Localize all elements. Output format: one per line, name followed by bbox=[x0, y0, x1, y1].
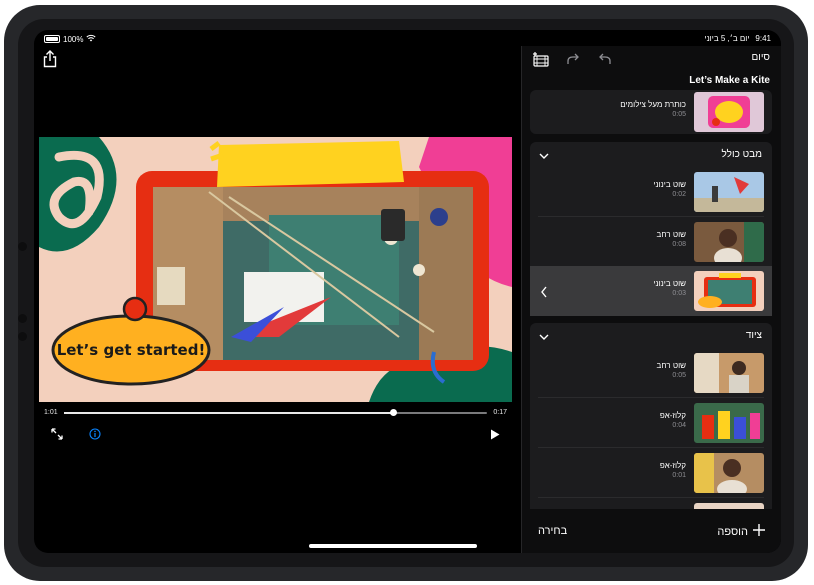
share-icon[interactable] bbox=[42, 50, 58, 68]
clip-title: שוט בינוני bbox=[653, 279, 686, 288]
add-button[interactable]: הוספה bbox=[717, 523, 766, 540]
clip-thumbnail bbox=[694, 271, 764, 311]
battery-icon bbox=[44, 35, 60, 43]
scrubber-handle[interactable] bbox=[390, 409, 398, 416]
chevron-left-icon[interactable] bbox=[540, 285, 548, 303]
clip-title: קלוז-אפ bbox=[659, 461, 686, 470]
clip-duration: 0:05 bbox=[672, 372, 686, 379]
clip-thumbnail bbox=[694, 172, 764, 212]
clip-title: שוט רחב bbox=[656, 230, 686, 239]
add-clip-icon[interactable] bbox=[532, 51, 550, 69]
clip-thumbnail bbox=[694, 403, 764, 443]
screen: 100% יום ב׳, 5 ביוני 9:41 Let’s get star… bbox=[34, 30, 781, 553]
chevron-down-icon[interactable] bbox=[538, 149, 550, 161]
clip-duration: 0:05 bbox=[672, 111, 686, 118]
clip-duration: 0:02 bbox=[672, 191, 686, 198]
clip-thumbnail bbox=[694, 453, 764, 493]
list-item[interactable]: שוט רחב 0:08 bbox=[530, 217, 772, 267]
section-title: ציוד bbox=[745, 330, 762, 341]
scrubber-progress bbox=[64, 412, 394, 414]
storyboard-section: מבט כולל שוט בינוני 0:02 שוט רחב 0:08 שו… bbox=[530, 142, 772, 316]
storyboard-section: ציוד שוט רחב 0:05 קלוז-אפ 0:04 קלוז-אפ 0… bbox=[530, 323, 772, 523]
clip-duration: 0:08 bbox=[672, 241, 686, 248]
undo-icon[interactable] bbox=[596, 51, 614, 69]
clip-duration: 0:04 bbox=[672, 422, 686, 429]
sensor-dot bbox=[18, 332, 27, 341]
project-title: Let’s Make a Kite bbox=[689, 75, 770, 86]
status-bar-right: יום ב׳, 5 ביוני 9:41 bbox=[704, 34, 771, 43]
clip-thumbnail bbox=[694, 353, 764, 393]
status-bar-left: 100% bbox=[44, 34, 97, 44]
list-item-selected[interactable]: שוט בינוני 0:03 bbox=[530, 266, 772, 316]
editor-bottom-bar: בחירה הוספה bbox=[522, 509, 781, 553]
clip-title: שוט בינוני bbox=[653, 180, 686, 189]
section-header[interactable]: ציוד bbox=[530, 323, 772, 349]
done-button[interactable]: סיום bbox=[751, 52, 770, 63]
play-icon[interactable] bbox=[490, 427, 500, 445]
remaining-time: 0:17 bbox=[493, 409, 507, 416]
clip-title: קלוז-אפ bbox=[659, 411, 686, 420]
playback-controls: 1:01 0:17 bbox=[39, 405, 512, 450]
battery-percentage: 100% bbox=[63, 34, 84, 44]
select-button[interactable]: בחירה bbox=[538, 525, 567, 537]
elapsed-time: 1:01 bbox=[44, 409, 58, 416]
list-item[interactable]: קלוז-אפ 0:04 bbox=[530, 398, 772, 448]
project-editor-panel: סיום Let’s Make a Kite כותרת מעל צילומים bbox=[521, 46, 781, 553]
clip-title: שוט רחב bbox=[656, 361, 686, 370]
home-indicator bbox=[309, 544, 477, 548]
section-header[interactable]: מבט כולל bbox=[530, 142, 772, 168]
clip-thumbnail bbox=[694, 92, 764, 132]
list-item[interactable]: קלוז-אפ 0:01 bbox=[530, 448, 772, 498]
clip-thumbnail bbox=[694, 222, 764, 262]
sensor-dot bbox=[18, 314, 27, 323]
info-icon[interactable] bbox=[89, 427, 101, 445]
video-preview[interactable]: Let’s get started! bbox=[39, 137, 512, 402]
redo-icon[interactable] bbox=[564, 51, 582, 69]
chevron-down-icon[interactable] bbox=[538, 330, 550, 342]
video-caption: Let’s get started! bbox=[57, 341, 206, 359]
section-title: מבט כולל bbox=[721, 149, 762, 160]
clip-duration: 0:01 bbox=[672, 472, 686, 479]
fullscreen-icon[interactable] bbox=[51, 427, 63, 445]
scrubber-track[interactable] bbox=[64, 409, 487, 416]
add-button-label: הוספה bbox=[717, 525, 748, 538]
list-item[interactable]: שוט בינוני 0:02 bbox=[530, 167, 772, 217]
list-item[interactable]: שוט רחב 0:05 bbox=[530, 348, 772, 398]
wifi-icon bbox=[86, 34, 97, 44]
title-clip-card: כותרת מעל צילומים 0:05 bbox=[530, 90, 772, 134]
clip-duration: 0:03 bbox=[672, 290, 686, 297]
camera-dot bbox=[18, 242, 27, 251]
status-date: יום ב׳, 5 ביוני bbox=[704, 34, 750, 43]
plus-icon bbox=[752, 523, 766, 540]
editor-toolbar: סיום bbox=[522, 46, 781, 76]
list-item[interactable]: כותרת מעל צילומים 0:05 bbox=[530, 87, 772, 137]
status-time: 9:41 bbox=[755, 34, 771, 43]
clip-title: כותרת מעל צילומים bbox=[620, 100, 686, 109]
